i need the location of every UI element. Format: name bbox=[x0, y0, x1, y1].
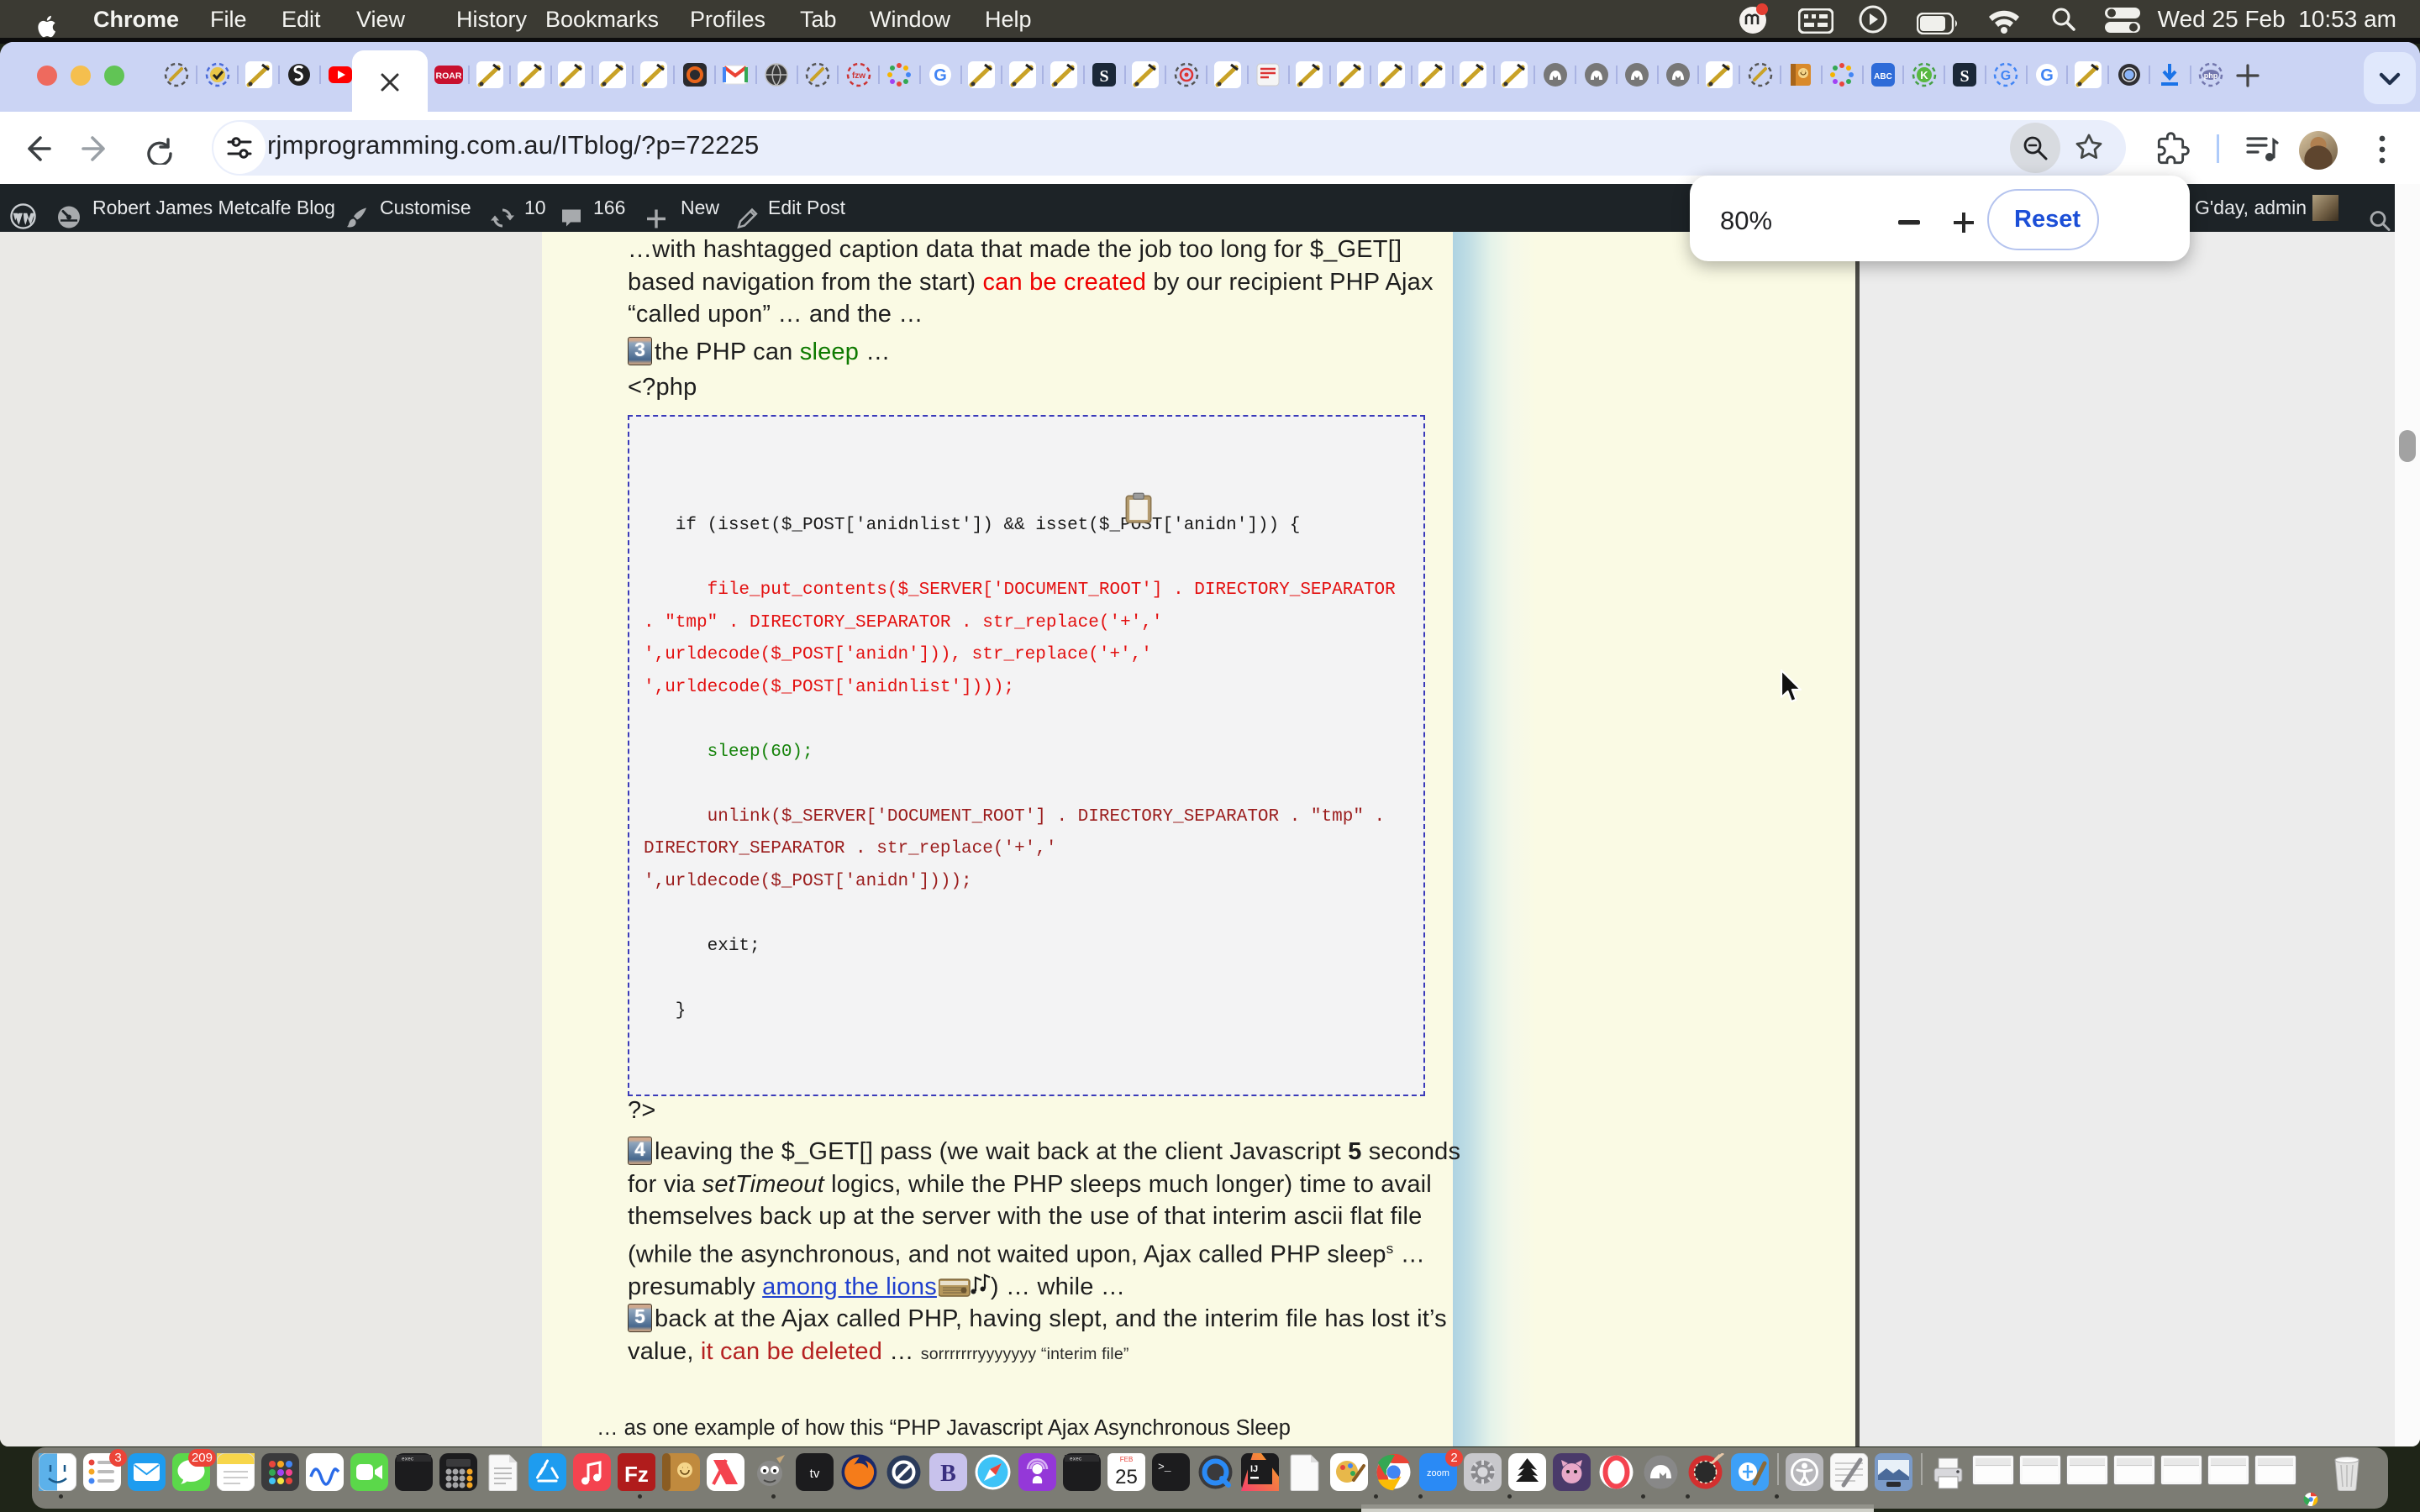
svg-text:G: G bbox=[934, 66, 947, 85]
svg-text:tv: tv bbox=[810, 1467, 820, 1481]
svg-text:25: 25 bbox=[1115, 1466, 1138, 1488]
svg-text:FEB: FEB bbox=[1120, 1456, 1134, 1463]
svg-text:exec: exec bbox=[402, 1457, 414, 1462]
svg-text:Fz: Fz bbox=[624, 1462, 649, 1487]
svg-text:G: G bbox=[2040, 66, 2054, 85]
svg-text:B: B bbox=[940, 1461, 956, 1487]
svg-text:php: php bbox=[2204, 71, 2218, 80]
svg-text:G: G bbox=[2001, 69, 2011, 83]
svg-text:S: S bbox=[1960, 67, 1970, 86]
svg-text:exec: exec bbox=[1070, 1457, 1082, 1462]
svg-text:K: K bbox=[1920, 69, 1928, 81]
svg-text:ABC: ABC bbox=[1874, 72, 1892, 81]
svg-text:IJ: IJ bbox=[1250, 1464, 1258, 1474]
svg-text:>_: >_ bbox=[1158, 1461, 1171, 1473]
svg-text:zoom: zoom bbox=[1427, 1468, 1449, 1478]
svg-text:S: S bbox=[1100, 67, 1109, 86]
svg-text:ROAR: ROAR bbox=[436, 71, 462, 81]
svg-text:fzw: fzw bbox=[852, 71, 865, 81]
